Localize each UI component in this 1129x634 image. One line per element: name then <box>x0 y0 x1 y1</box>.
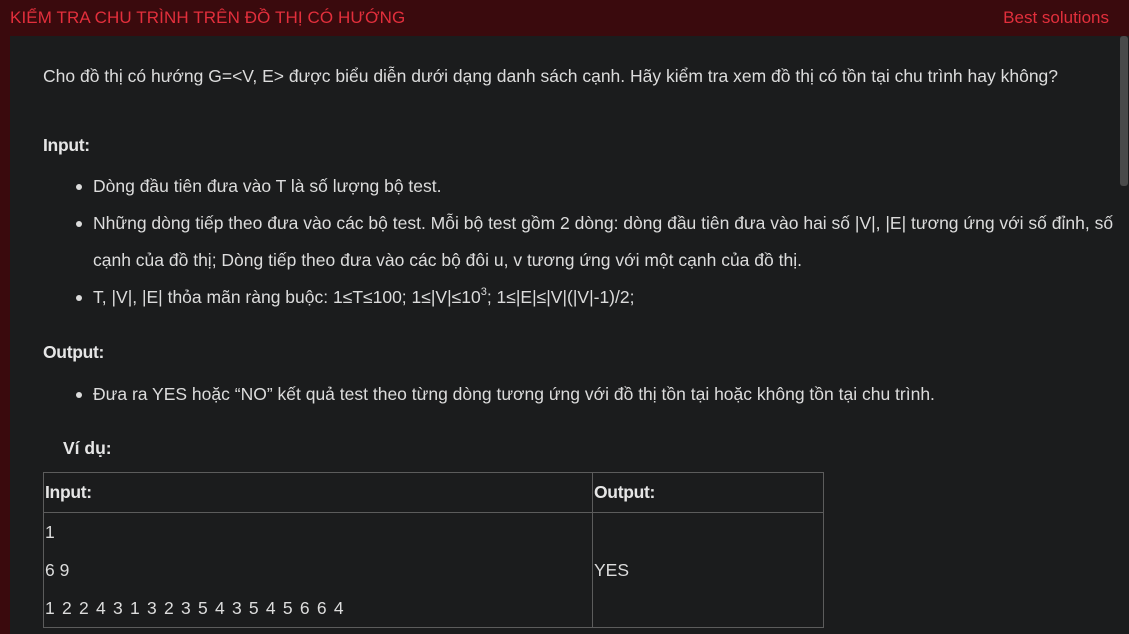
constraint-text: T, |V|, |E| thỏa mãn ràng buộc: 1≤T≤100;… <box>93 287 481 307</box>
list-item: Đưa ra YES hoặc “NO” kết quả test theo t… <box>76 376 1123 413</box>
header-bar: KIỂM TRA CHU TRÌNH TRÊN ĐỒ THỊ CÓ HƯỚNG … <box>0 0 1129 36</box>
table-header-output: Output: <box>592 472 824 513</box>
problem-title: KIỂM TRA CHU TRÌNH TRÊN ĐỒ THỊ CÓ HƯỚNG <box>10 8 406 27</box>
list-item: Dòng đầu tiên đưa vào T là số lượng bộ t… <box>76 168 1123 205</box>
scrollbar-thumb[interactable] <box>1120 36 1128 186</box>
table-row: 1 6 9 1 2 2 4 3 1 3 2 3 5 4 3 5 4 5 6 6 … <box>43 512 824 628</box>
table-header-row: Input: Output: <box>43 472 824 513</box>
example-input-line: 6 9 <box>45 560 70 580</box>
constraint-text-tail: ; 1≤|E|≤|V|(|V|-1)/2; <box>486 287 635 307</box>
input-list: Dòng đầu tiên đưa vào T là số lượng bộ t… <box>43 168 1123 316</box>
constraint-exponent: 3 <box>480 286 487 299</box>
example-input-line: 1 2 2 4 3 1 3 2 3 5 4 3 5 4 5 6 6 4 <box>45 598 345 618</box>
example-heading: Ví dụ: <box>63 438 112 458</box>
best-solutions-link[interactable]: Best solutions <box>1003 8 1109 28</box>
list-item: T, |V|, |E| thỏa mãn ràng buộc: 1≤T≤100;… <box>76 279 1123 316</box>
example-input-cell: 1 6 9 1 2 2 4 3 1 3 2 3 5 4 3 5 4 5 6 6 … <box>43 512 593 628</box>
example-input-line: 1 <box>45 522 55 542</box>
output-heading: Output: <box>43 342 105 362</box>
example-table: Input: Output: 1 6 9 1 2 2 4 3 1 3 2 3 5… <box>43 472 824 628</box>
example-output-cell: YES <box>592 512 824 628</box>
table-header-input: Input: <box>43 472 593 513</box>
output-list: Đưa ra YES hoặc “NO” kết quả test theo t… <box>43 376 1123 413</box>
problem-statement: Cho đồ thị có hướng G=<V, E> được biểu d… <box>43 66 1059 86</box>
problem-content: Cho đồ thị có hướng G=<V, E> được biểu d… <box>10 36 1119 634</box>
list-item: Những dòng tiếp theo đưa vào các bộ test… <box>76 205 1123 279</box>
input-heading: Input: <box>43 135 90 155</box>
